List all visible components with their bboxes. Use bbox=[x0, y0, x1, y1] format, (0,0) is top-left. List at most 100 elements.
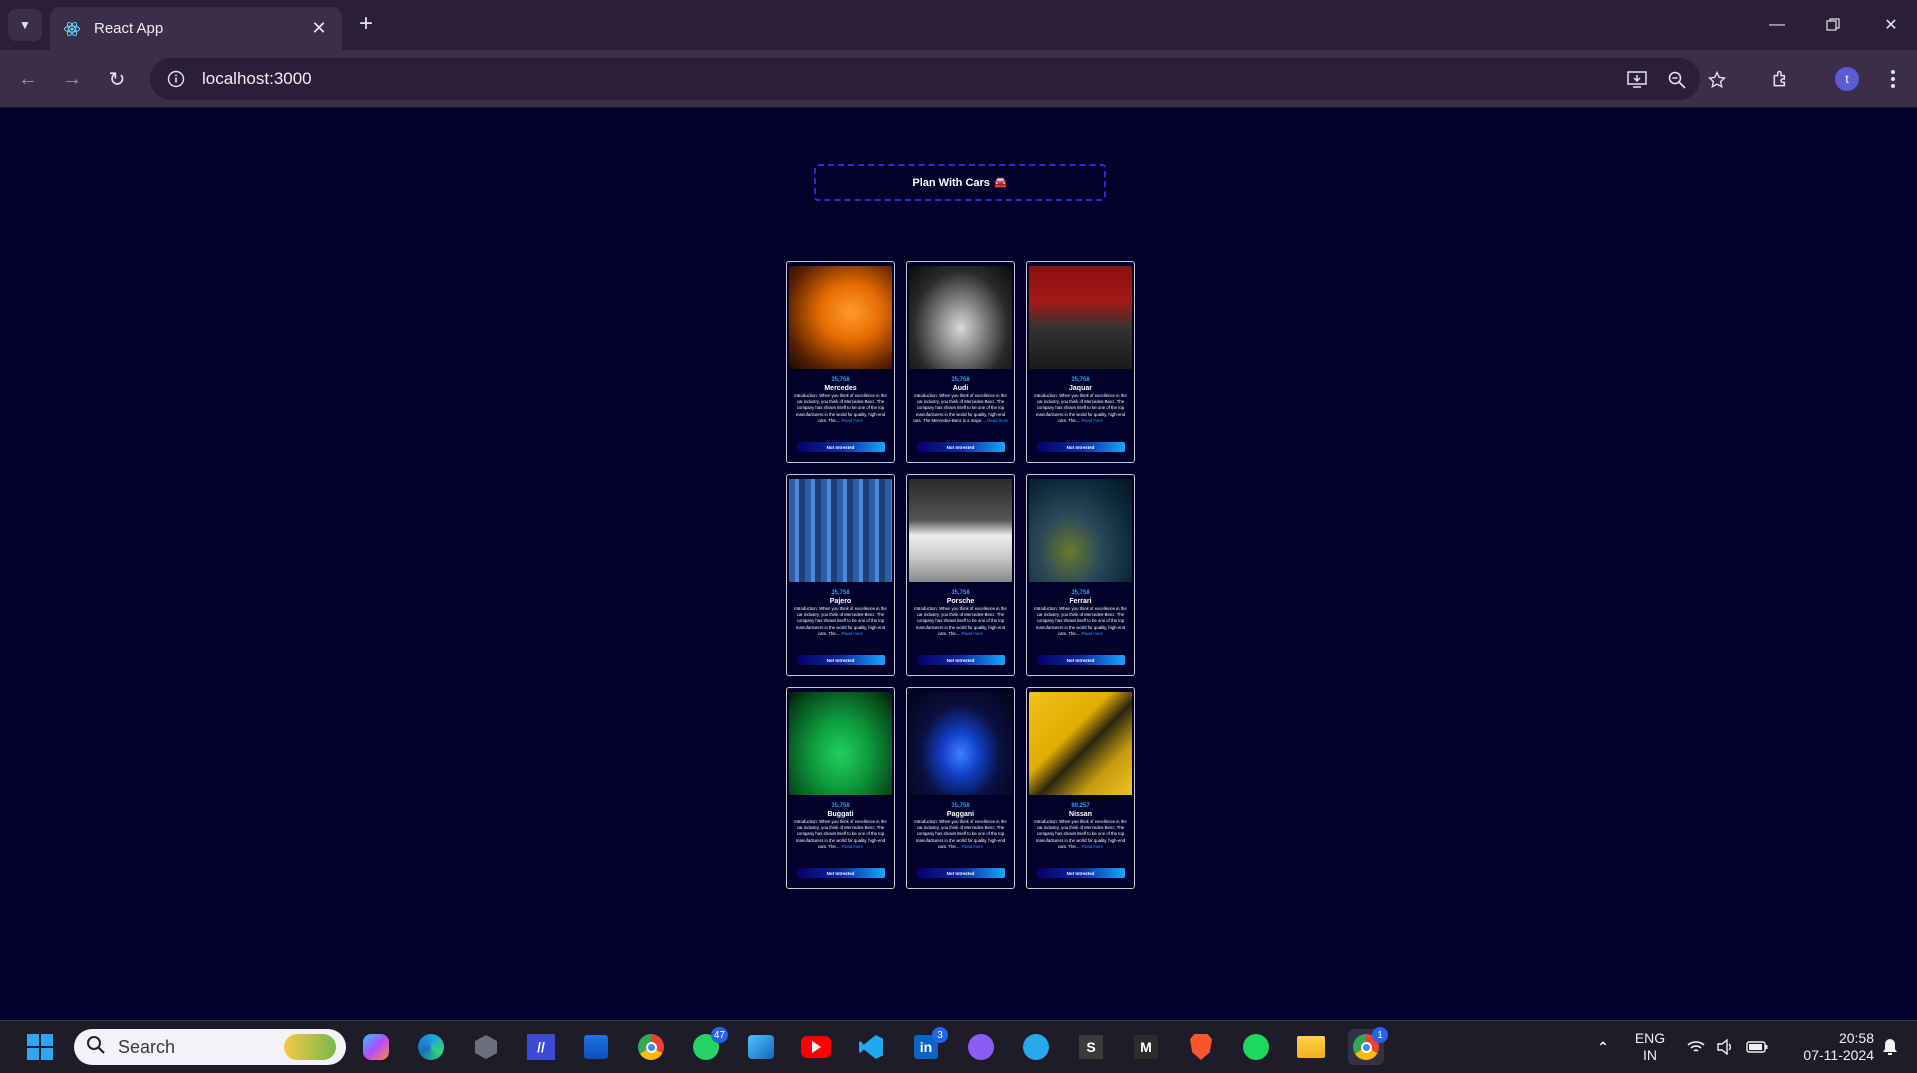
not-interested-button[interactable]: Not Intrested bbox=[916, 442, 1005, 452]
file-explorer-icon[interactable] bbox=[1293, 1029, 1329, 1065]
visual-studio-icon[interactable]: // bbox=[523, 1029, 559, 1065]
car-price: 89,257 bbox=[1071, 803, 1090, 809]
page-title: Plan With Cars 🚘 bbox=[814, 164, 1106, 201]
car-card: 89,257 Nissan Introduction: When you thi… bbox=[1026, 687, 1135, 889]
car-card: 35,758 Porsche Introduction: When you th… bbox=[906, 474, 1015, 676]
car-image bbox=[1029, 479, 1132, 582]
reload-button[interactable]: ↻ bbox=[101, 63, 133, 95]
extensions-icon[interactable] bbox=[1765, 63, 1797, 95]
edge-icon[interactable] bbox=[413, 1029, 449, 1065]
car-image bbox=[909, 692, 1012, 795]
car-image bbox=[789, 692, 892, 795]
windows-start-icon[interactable] bbox=[22, 1029, 58, 1065]
car-price: 35,758 bbox=[951, 590, 970, 596]
app-s-icon[interactable]: S bbox=[1073, 1029, 1109, 1065]
not-interested-button[interactable]: Not Intrested bbox=[796, 442, 885, 452]
volume-icon[interactable] bbox=[1707, 1029, 1743, 1065]
tab-title: React App bbox=[94, 20, 164, 37]
read-more-link[interactable]: Read more bbox=[1082, 631, 1103, 636]
taskbar-search[interactable]: Search bbox=[74, 1029, 346, 1065]
read-more-link[interactable]: Read more bbox=[842, 418, 863, 423]
car-card: 35,758 Paggani Introduction: When you th… bbox=[906, 687, 1015, 889]
restore-button[interactable] bbox=[1813, 10, 1853, 40]
read-more-link[interactable]: Read more bbox=[962, 631, 983, 636]
profile-avatar[interactable]: t bbox=[1835, 67, 1859, 91]
not-interested-button[interactable]: Not Intrested bbox=[916, 655, 1005, 665]
language-indicator[interactable]: ENG IN bbox=[1628, 1030, 1672, 1064]
car-description-text: Introduction: When you think of excellen… bbox=[794, 393, 887, 423]
car-price: 35,758 bbox=[831, 590, 850, 596]
search-label: Search bbox=[118, 1036, 176, 1057]
browser-tab[interactable]: React App ✕ bbox=[50, 7, 342, 50]
notification-bell-icon[interactable] bbox=[1872, 1029, 1908, 1065]
read-more-link[interactable]: Read more bbox=[1082, 418, 1103, 423]
read-more-link[interactable]: Read more bbox=[1082, 844, 1103, 849]
youtube-icon[interactable] bbox=[798, 1029, 834, 1065]
chevron-up-icon[interactable]: ⌃ bbox=[1585, 1029, 1621, 1065]
linkedin-icon[interactable]: in 3 bbox=[908, 1027, 948, 1065]
spotify-icon[interactable] bbox=[1238, 1029, 1274, 1065]
read-more-link[interactable]: Read more bbox=[842, 844, 863, 849]
car-description: Introduction: When you think of excellen… bbox=[913, 393, 1009, 430]
clock-date: 07-11-2024 bbox=[1803, 1047, 1874, 1063]
car-price: 35,758 bbox=[831, 377, 850, 383]
whatsapp-icon[interactable]: 47 bbox=[688, 1027, 728, 1065]
not-interested-button[interactable]: Not Intrested bbox=[796, 655, 885, 665]
zoom-icon[interactable] bbox=[1661, 66, 1693, 94]
brave-icon[interactable] bbox=[1183, 1029, 1219, 1065]
install-app-icon[interactable] bbox=[1621, 66, 1653, 94]
microsoft-store-icon[interactable] bbox=[578, 1029, 614, 1065]
car-card: 35,758 Mercedes Introduction: When you t… bbox=[786, 261, 895, 463]
bookmark-star-icon[interactable] bbox=[1701, 66, 1733, 94]
vscode-icon[interactable] bbox=[853, 1029, 889, 1065]
car-description-text: Introduction: When you think of excellen… bbox=[1034, 393, 1127, 423]
more-menu-icon[interactable] bbox=[1877, 63, 1909, 95]
react-icon bbox=[62, 19, 82, 39]
app-m-icon[interactable]: M bbox=[1128, 1029, 1164, 1065]
close-icon[interactable]: ✕ bbox=[308, 18, 330, 39]
copilot-icon[interactable] bbox=[358, 1029, 394, 1065]
read-more-link[interactable]: Read more bbox=[842, 631, 863, 636]
chrome-active-icon[interactable]: 1 bbox=[1348, 1027, 1388, 1065]
read-more-link[interactable]: Read more bbox=[987, 418, 1008, 423]
car-description: Introduction: When you think of excellen… bbox=[793, 606, 889, 643]
linkedin-badge: 3 bbox=[932, 1027, 948, 1043]
not-interested-button[interactable]: Not Intrested bbox=[1036, 868, 1125, 878]
forward-button[interactable]: → bbox=[56, 63, 88, 95]
github-icon[interactable] bbox=[963, 1029, 999, 1065]
not-interested-button[interactable]: Not Intrested bbox=[916, 868, 1005, 878]
clock[interactable]: 20:58 07-11-2024 bbox=[1786, 1030, 1874, 1064]
close-window-button[interactable]: ✕ bbox=[1871, 10, 1911, 40]
chrome-icon[interactable] bbox=[633, 1029, 669, 1065]
page-title-text: Plan With Cars bbox=[912, 176, 990, 189]
search-highlight-icon bbox=[284, 1034, 336, 1060]
car-name: Ferrari bbox=[1069, 598, 1092, 605]
app-cube-icon[interactable] bbox=[468, 1029, 504, 1065]
car-image bbox=[1029, 692, 1132, 795]
car-name: Nissan bbox=[1069, 811, 1092, 818]
tab-search-button[interactable]: ▼ bbox=[8, 9, 42, 41]
car-card: 35,758 Jaquar Introduction: When you thi… bbox=[1026, 261, 1135, 463]
car-price: 35,758 bbox=[1071, 590, 1090, 596]
car-price: 35,758 bbox=[1071, 377, 1090, 383]
car-card: 35,758 Buggati Introduction: When you th… bbox=[786, 687, 895, 889]
not-interested-button[interactable]: Not Intrested bbox=[796, 868, 885, 878]
whatsapp-badge: 47 bbox=[710, 1027, 728, 1043]
address-bar[interactable]: localhost:3000 bbox=[150, 58, 1726, 100]
site-info-icon[interactable] bbox=[164, 67, 188, 91]
car-name: Pajero bbox=[829, 598, 852, 605]
not-interested-button[interactable]: Not Intrested bbox=[1036, 655, 1125, 665]
new-tab-button[interactable]: + bbox=[352, 11, 380, 39]
telegram-icon[interactable] bbox=[1018, 1029, 1054, 1065]
battery-icon[interactable] bbox=[1739, 1029, 1775, 1065]
photos-icon[interactable] bbox=[743, 1029, 779, 1065]
car-description: Introduction: When you think of excellen… bbox=[793, 393, 889, 430]
read-more-link[interactable]: Read more bbox=[962, 844, 983, 849]
car-description: Introduction: When you think of excellen… bbox=[1033, 606, 1129, 643]
car-description: Introduction: When you think of excellen… bbox=[913, 819, 1009, 856]
car-image bbox=[789, 266, 892, 369]
chrome-badge: 1 bbox=[1372, 1027, 1388, 1043]
back-button[interactable]: ← bbox=[12, 63, 44, 95]
minimize-button[interactable]: — bbox=[1757, 10, 1797, 40]
not-interested-button[interactable]: Not Intrested bbox=[1036, 442, 1125, 452]
